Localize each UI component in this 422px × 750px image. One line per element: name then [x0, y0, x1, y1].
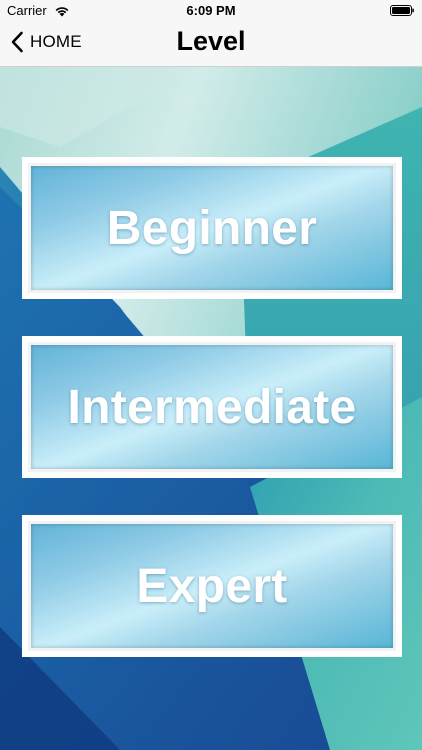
- status-time: 6:09 PM: [186, 3, 236, 18]
- status-bar: Carrier 6:09 PM: [0, 0, 422, 22]
- expert-button[interactable]: Expert: [22, 515, 402, 657]
- intermediate-button-face: Intermediate: [28, 342, 396, 472]
- intermediate-button[interactable]: Intermediate: [22, 336, 402, 478]
- battery-icon: [390, 5, 414, 16]
- beginner-button[interactable]: Beginner: [22, 157, 402, 299]
- beginner-button-face: Beginner: [28, 163, 396, 293]
- beginner-label: Beginner: [106, 201, 318, 255]
- navigation-bar: HOME Level: [0, 22, 422, 67]
- expert-label: Expert: [136, 559, 288, 613]
- expert-button-face: Expert: [28, 521, 396, 651]
- intermediate-label: Intermediate: [67, 380, 357, 434]
- page-title: Level: [176, 26, 246, 56]
